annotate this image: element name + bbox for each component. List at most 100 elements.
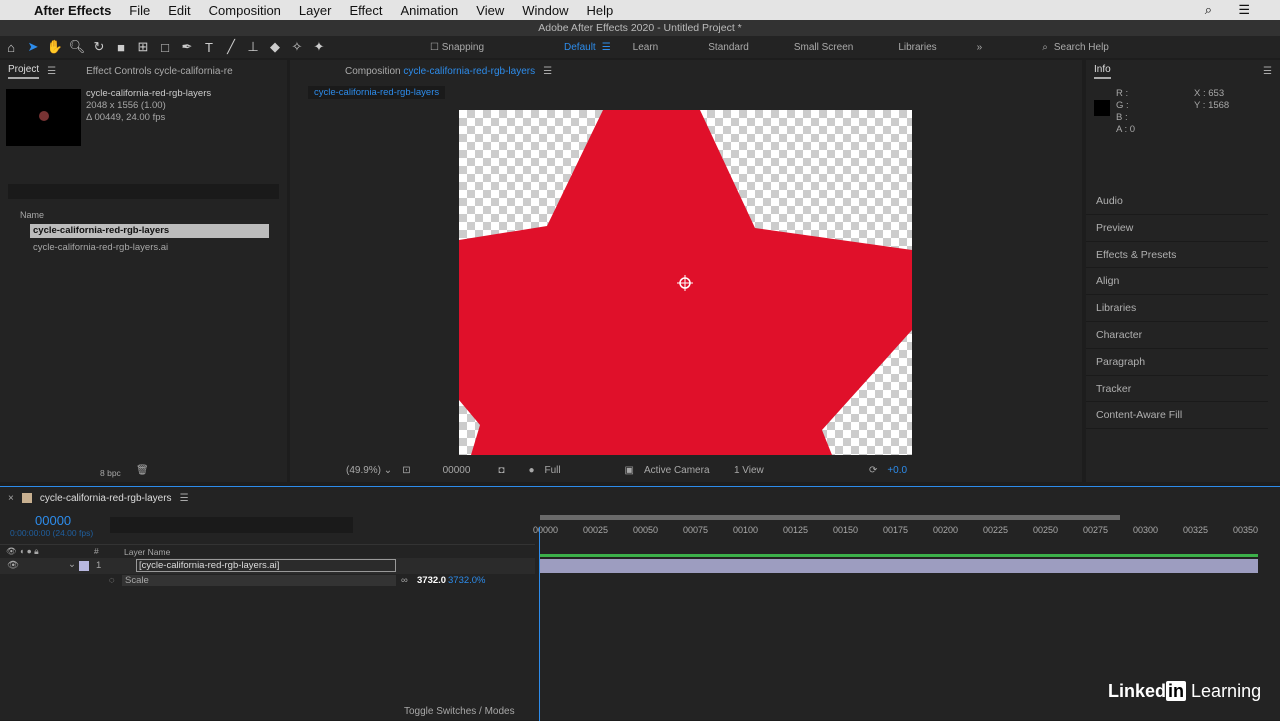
search-help-icon[interactable]: ⌕	[1042, 42, 1048, 53]
layer-duration-bar[interactable]	[540, 559, 1258, 573]
ruler-tick: 00350	[1233, 525, 1259, 535]
layer-name[interactable]: [cycle-california-red-rgb-layers.ai]	[136, 559, 396, 572]
expand-chevron-icon[interactable]: ⌄	[68, 559, 76, 570]
panel-menu-icon[interactable]: ☰	[180, 493, 189, 504]
region-icon[interactable]: ⊡	[402, 465, 410, 476]
menu-help[interactable]: Help	[586, 3, 613, 18]
visibility-toggle-icon[interactable]: 👁︎	[7, 560, 19, 571]
bpc-button[interactable]: 8 bpc	[100, 468, 121, 478]
work-area-bar[interactable]	[540, 515, 1120, 520]
roto-tool-icon[interactable]: ✧	[286, 39, 308, 55]
project-item-ai[interactable]: cycle-california-red-rgb-layers.ai	[33, 242, 168, 253]
panel-menu-icon[interactable]: ☰	[47, 66, 56, 77]
channel-icon[interactable]: ●	[528, 465, 534, 476]
menu-effect[interactable]: Effect	[349, 3, 382, 18]
camera-tool-icon[interactable]: ■	[110, 40, 132, 55]
toggle-switches-modes[interactable]: Toggle Switches / Modes	[404, 706, 515, 717]
menu-animation[interactable]: Animation	[400, 3, 458, 18]
puppet-tool-icon[interactable]: ✦	[308, 39, 330, 55]
eraser-tool-icon[interactable]: ◆	[264, 39, 286, 55]
panel-menu-icon[interactable]: ☰	[1263, 66, 1272, 77]
playhead[interactable]	[539, 527, 540, 721]
panel-menu-icon[interactable]: ☰	[543, 66, 552, 77]
brush-tool-icon[interactable]: ╱	[220, 39, 242, 55]
ruler-tick: 00025	[583, 525, 609, 535]
menu-edit[interactable]: Edit	[168, 3, 190, 18]
workspace-learn[interactable]: Learn	[633, 42, 659, 53]
type-tool-icon[interactable]: T	[198, 40, 220, 55]
ruler-tick: 00075	[683, 525, 709, 535]
panel-paragraph[interactable]: Paragraph	[1086, 349, 1268, 376]
tab-project[interactable]: Project	[8, 64, 40, 79]
menu-layer[interactable]: Layer	[299, 3, 332, 18]
timecode[interactable]: 00000	[35, 513, 71, 528]
panel-content-aware-fill[interactable]: Content-Aware Fill	[1086, 402, 1268, 430]
hand-tool-icon[interactable]: ✋	[44, 39, 66, 55]
panel-libraries[interactable]: Libraries	[1086, 295, 1268, 322]
transparency-grid-icon[interactable]: ▣	[624, 465, 633, 476]
window-title: Adobe After Effects 2020 - Untitled Proj…	[0, 20, 1280, 36]
workspace-default[interactable]: Default	[564, 42, 596, 53]
tab-effect-controls[interactable]: Effect Controls cycle-california-re	[86, 66, 233, 77]
stopwatch-icon[interactable]: ◌	[109, 575, 115, 586]
comp-color-swatch	[21, 493, 32, 503]
view-layout-dropdown[interactable]: 1 View	[734, 465, 789, 476]
column-layer-name[interactable]: Layer Name	[124, 547, 170, 557]
trash-icon[interactable]: 🗑︎	[136, 465, 149, 476]
home-icon[interactable]: ⌂	[0, 40, 22, 55]
exposure-value[interactable]: +0.0	[887, 465, 907, 476]
workspace-small-screen[interactable]: Small Screen	[794, 42, 853, 53]
timeline-search-input[interactable]	[110, 517, 353, 533]
property-scale[interactable]: Scale	[122, 575, 396, 586]
snapping-checkbox[interactable]: ☐ Snapping	[430, 42, 484, 53]
current-time[interactable]: 00000	[443, 465, 471, 476]
workspace-libraries[interactable]: Libraries	[898, 42, 936, 53]
menu-file[interactable]: File	[129, 3, 150, 18]
ruler-tick: 00150	[833, 525, 859, 535]
pan-behind-icon[interactable]: ⊞	[132, 39, 154, 55]
column-name[interactable]: Name	[20, 210, 44, 220]
menu-view[interactable]: View	[476, 3, 504, 18]
item-duration: Δ 00449, 24.00 fps	[86, 112, 166, 123]
comp-canvas[interactable]	[459, 110, 912, 455]
menu-app[interactable]: After Effects	[34, 3, 111, 18]
workspace-standard[interactable]: Standard	[708, 42, 749, 53]
rectangle-tool-icon[interactable]: □	[154, 40, 176, 55]
panel-effects-presets[interactable]: Effects & Presets	[1086, 242, 1268, 269]
label-color[interactable]	[79, 561, 89, 571]
workspace-menu-icon[interactable]: ☰	[602, 42, 611, 53]
panel-character[interactable]: Character	[1086, 322, 1268, 349]
project-item-comp[interactable]: cycle-california-red-rgb-layers	[30, 224, 269, 238]
close-icon[interactable]: ×	[8, 493, 14, 504]
rotate-tool-icon[interactable]: ↻	[88, 39, 110, 55]
info-g: G :	[1116, 100, 1129, 111]
comp-breadcrumb[interactable]: cycle-california-red-rgb-layers	[308, 86, 446, 99]
search-icon[interactable]: ⌕	[1205, 2, 1212, 18]
panel-preview[interactable]: Preview	[1086, 215, 1268, 242]
selection-tool-icon[interactable]: ➤	[22, 39, 44, 55]
reset-exposure-icon[interactable]: ⟳	[869, 465, 877, 476]
tab-info[interactable]: Info	[1094, 64, 1111, 79]
tab-timeline[interactable]: cycle-california-red-rgb-layers	[40, 493, 172, 504]
menu-composition[interactable]: Composition	[209, 3, 281, 18]
search-help-input[interactable]: Search Help	[1054, 42, 1109, 53]
stamp-tool-icon[interactable]: ⊥	[242, 39, 264, 55]
project-search-input[interactable]	[8, 184, 279, 199]
more-workspaces-icon[interactable]: »	[977, 42, 983, 53]
snapshot-icon[interactable]: ◘	[498, 465, 504, 476]
menu-list-icon[interactable]: ☰	[1238, 2, 1250, 18]
scale-y-value[interactable]: 3732.0%	[448, 575, 486, 586]
magnification-dropdown[interactable]: (49.9%) ⌄	[346, 465, 392, 476]
panel-tracker[interactable]: Tracker	[1086, 376, 1268, 403]
panel-audio[interactable]: Audio	[1086, 188, 1268, 215]
menu-window[interactable]: Window	[522, 3, 568, 18]
time-ruler[interactable]: 00000 00025 00050 00075 00100 00125 00150 00175…	[533, 512, 1265, 542]
pen-tool-icon[interactable]: ✒	[176, 39, 198, 55]
panel-align[interactable]: Align	[1086, 268, 1268, 296]
scale-x-value[interactable]: 3732.0	[417, 575, 446, 586]
camera-dropdown[interactable]: Active Camera	[644, 465, 724, 476]
resolution-dropdown[interactable]: Full	[544, 465, 614, 476]
tab-composition[interactable]: Composition cycle-california-red-rgb-lay…	[345, 66, 535, 77]
zoom-tool-icon[interactable]: 🔍︎	[66, 39, 88, 55]
constrain-link-icon[interactable]: ∞	[401, 575, 408, 586]
